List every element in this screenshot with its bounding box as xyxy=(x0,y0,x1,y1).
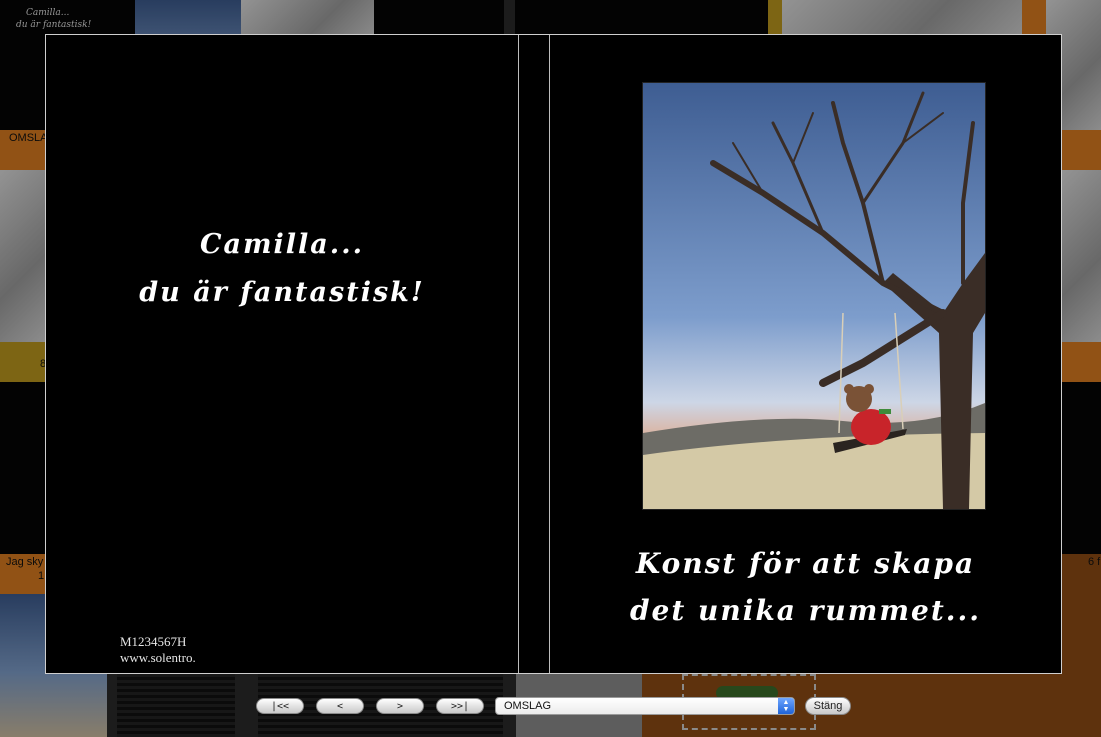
select-arrows-icon: ▲ ▼ xyxy=(778,698,794,714)
tagline-line2: det unika rummet... xyxy=(629,594,982,627)
left-page-code: M1234567H www.solentro. xyxy=(120,634,196,666)
teddy-swing-painting-image xyxy=(643,83,985,509)
left-page-title: Camilla... du är fantastisk! xyxy=(46,221,518,317)
close-button[interactable]: Stäng xyxy=(805,697,851,715)
previous-page-button[interactable]: < xyxy=(316,698,364,714)
right-page-tagline: Konst för att skapa det unika rummet... xyxy=(550,540,1061,634)
tagline-line1: Konst för att skapa xyxy=(635,547,976,580)
last-page-button[interactable]: >>| xyxy=(436,698,484,714)
product-code: M1234567H xyxy=(120,634,187,649)
book-spread-viewer: Camilla... du är fantastisk! M1234567H w… xyxy=(45,34,1062,674)
left-page: Camilla... du är fantastisk! M1234567H w… xyxy=(46,35,519,673)
page-select-value: OMSLAG xyxy=(504,700,552,712)
cover-painting xyxy=(642,82,986,510)
first-page-button[interactable]: |<< xyxy=(256,698,304,714)
next-page-button[interactable]: > xyxy=(376,698,424,714)
website-text: www.solentro. xyxy=(120,650,196,665)
page-select-dropdown[interactable]: OMSLAG ▲ ▼ xyxy=(495,697,795,715)
left-title-line2: du är fantastisk! xyxy=(139,277,425,308)
left-title-line1: Camilla... xyxy=(199,229,365,260)
right-page: Konst för att skapa det unika rummet... xyxy=(550,35,1061,673)
page-gutter xyxy=(519,35,550,673)
